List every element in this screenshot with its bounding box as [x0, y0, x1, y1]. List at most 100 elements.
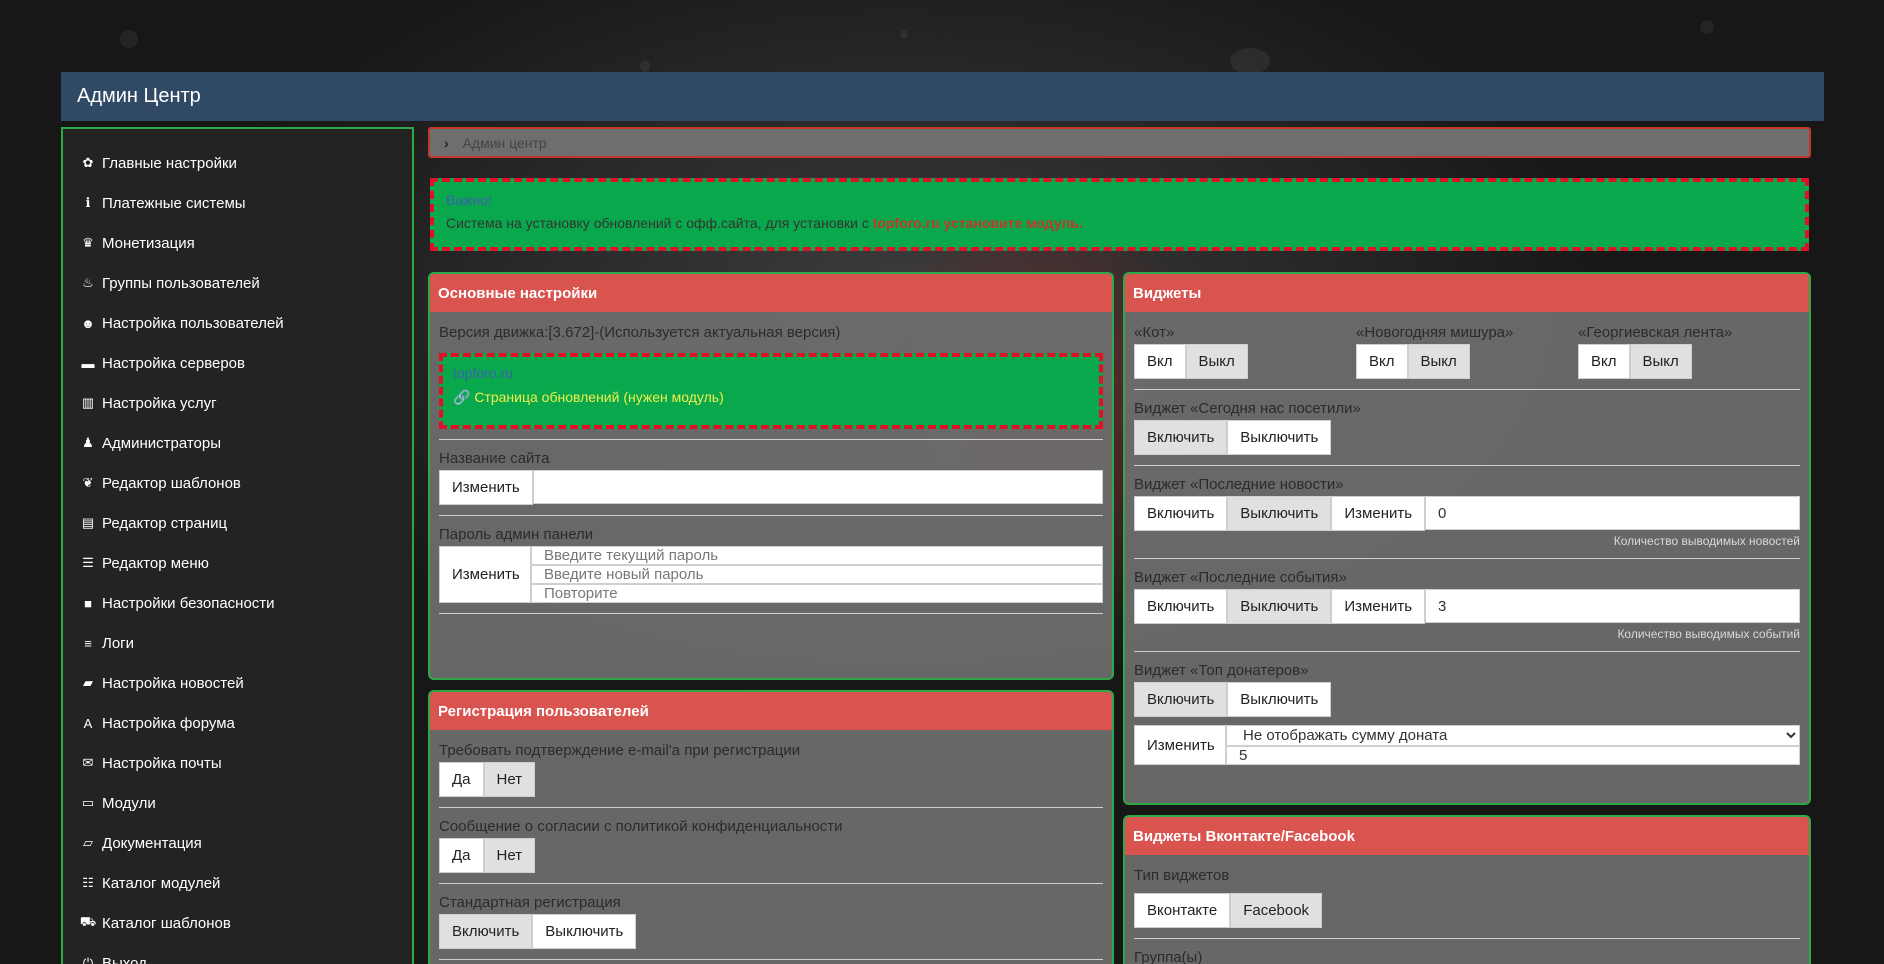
info-icon: ℹ: [85, 195, 91, 210]
barcode-icon: ▥: [81, 395, 95, 410]
events-count-input[interactable]: [1425, 589, 1800, 623]
sidebar-item-folder-open[interactable]: ▱ Документация: [63, 823, 412, 863]
sidebar-item-label: Платежные системы: [102, 194, 246, 212]
email-confirm-yes-button[interactable]: Да: [439, 762, 484, 797]
breadcrumb-item[interactable]: Админ центр: [463, 135, 547, 151]
sidebar-item-barcode[interactable]: ▥ Настройка услуг: [63, 383, 412, 423]
news-change-button[interactable]: Изменить: [1331, 496, 1426, 531]
change-password-button[interactable]: Изменить: [439, 546, 531, 603]
sidebar-item-label: Каталог шаблонов: [102, 914, 231, 932]
donors-enable-button[interactable]: Включить: [1134, 682, 1228, 717]
tinsel-on-button[interactable]: Вкл: [1356, 344, 1408, 379]
standard-reg-enable-button[interactable]: Включить: [439, 914, 533, 949]
events-enable-button[interactable]: Включить: [1134, 589, 1228, 624]
sidebar-item-logs[interactable]: ≡ Логи: [63, 623, 412, 663]
today-enable-button[interactable]: Включить: [1134, 420, 1228, 455]
privacy-yes-button[interactable]: Да: [439, 838, 484, 873]
sidebar-item-label: Администраторы: [102, 434, 222, 452]
events-widget-label: Виджет «Последние события»: [1134, 569, 1347, 586]
current-password-input[interactable]: [531, 546, 1103, 565]
news-disable-button[interactable]: Выключить: [1227, 496, 1332, 531]
sidebar-item-hdd[interactable]: ▭ Модули: [63, 783, 412, 823]
news-enable-button[interactable]: Включить: [1134, 496, 1228, 531]
updates-page-link[interactable]: 🔗 Страница обновлений (нужен модуль): [453, 389, 1089, 406]
sidebar-item-label: Настройки безопасности: [102, 594, 275, 612]
sidebar-item-user[interactable]: ☻ Настройка пользователей: [63, 303, 412, 343]
donors-change-button[interactable]: Изменить: [1134, 725, 1226, 765]
donors-count-input[interactable]: [1226, 746, 1800, 765]
panel-title: Основные настройки: [430, 274, 1112, 312]
vk-type-button[interactable]: Вконтакте: [1134, 893, 1231, 928]
cart-icon: ⛟: [79, 914, 97, 929]
chevron-right-icon: ›: [444, 135, 449, 151]
sidebar-item-label: Главные настройки: [102, 154, 237, 172]
donors-amount-select[interactable]: Не отображать сумму доната: [1226, 725, 1800, 746]
sidebar-item-admins[interactable]: ♟ Администраторы: [63, 423, 412, 463]
sidebar-item-piggy-bank[interactable]: ♛ Монетизация: [63, 223, 412, 263]
notice-link[interactable]: topforo.ru установите модуль.: [873, 215, 1083, 231]
email-confirm-no-button[interactable]: Нет: [483, 762, 536, 797]
sidebar-item-label: Редактор страниц: [102, 514, 228, 532]
events-change-button[interactable]: Изменить: [1331, 589, 1426, 624]
sidebar-item-list[interactable]: ☰ Редактор меню: [63, 543, 412, 583]
today-disable-button[interactable]: Выключить: [1227, 420, 1332, 455]
update-site-link[interactable]: topforo.ru: [453, 365, 1089, 381]
sidebar-item-cart[interactable]: ⛟ Каталог шаблонов: [63, 903, 412, 943]
notice-body: Система на установку обновлений с офф.са…: [446, 215, 873, 231]
panel-title: Регистрация пользователей: [430, 692, 1112, 730]
piggy-bank-icon: ♛: [82, 235, 94, 250]
standard-reg-disable-button[interactable]: Выключить: [532, 914, 637, 949]
engine-version: Версия движка:[3.672]-(Используется акту…: [439, 324, 841, 341]
fb-type-button[interactable]: Facebook: [1230, 893, 1323, 928]
list-icon: ☰: [82, 555, 94, 570]
sidebar-item-power[interactable]: ⏻ Выход: [63, 943, 412, 964]
ribbon-on-button[interactable]: Вкл: [1578, 344, 1630, 379]
ribbon-off-button[interactable]: Выкл: [1629, 344, 1692, 379]
updates-page-label: Страница обновлений (нужен модуль): [474, 389, 724, 405]
change-site-name-button[interactable]: Изменить: [439, 470, 533, 505]
tinsel-off-button[interactable]: Выкл: [1407, 344, 1470, 379]
lock-icon: ■: [84, 595, 92, 611]
sidebar-item-info[interactable]: ℹ Платежные системы: [63, 183, 412, 223]
cat-off-button[interactable]: Выкл: [1185, 344, 1248, 379]
sidebar-item-fire[interactable]: ♨ Группы пользователей: [63, 263, 412, 303]
sidebar-item-font[interactable]: A Настройка форума: [63, 703, 412, 743]
sidebar-item-server[interactable]: ▬ Настройка серверов: [63, 343, 412, 383]
sidebar-item-envelope[interactable]: ✉ Настройка почты: [63, 743, 412, 783]
site-name-input[interactable]: [532, 470, 1103, 504]
sidebar-item-label: Монетизация: [102, 234, 195, 252]
standard-reg-label: Стандартная регистрация: [439, 894, 621, 911]
sidebar-item-briefcase[interactable]: ▰ Настройка новостей: [63, 663, 412, 703]
fire-icon: ♨: [82, 275, 94, 290]
email-confirm-label: Требовать подтверждение e-mail'a при рег…: [439, 742, 801, 759]
sidebar-item-label: Группы пользователей: [102, 274, 260, 292]
donors-disable-button[interactable]: Выключить: [1227, 682, 1332, 717]
site-name-label: Название сайта: [439, 450, 550, 467]
sidebar-item-catalog[interactable]: ☷ Каталог модулей: [63, 863, 412, 903]
social-widgets-panel: Виджеты Вконтакте/Facebook Тип виджетов …: [1123, 815, 1811, 964]
sidebar-item-leaf[interactable]: ❦ Редактор шаблонов: [63, 463, 412, 503]
sidebar-item-label: Редактор меню: [102, 554, 209, 572]
repeat-password-input[interactable]: [531, 584, 1103, 603]
catalog-icon: ☷: [82, 875, 94, 890]
envelope-icon: ✉: [82, 755, 94, 770]
cat-on-button[interactable]: Вкл: [1134, 344, 1186, 379]
new-password-input[interactable]: [531, 565, 1103, 584]
sidebar-item-file[interactable]: ▤ Редактор страниц: [63, 503, 412, 543]
news-count-input[interactable]: [1425, 496, 1800, 530]
events-count-hint: Количество выводимых событий: [1617, 627, 1800, 641]
sidebar-item-label: Настройка форума: [102, 714, 235, 732]
widgets-panel: Виджеты «Кот» Вкл Выкл «Новогодняя мишур…: [1123, 272, 1811, 805]
sidebar: ✿ Главные настройки ℹ Платежные системы ♛ Мон…: [61, 127, 414, 964]
sidebar-item-label: Настройка новостей: [102, 674, 244, 692]
sidebar-item-label: Настройка пользователей: [102, 314, 284, 332]
events-disable-button[interactable]: Выключить: [1227, 589, 1332, 624]
privacy-no-button[interactable]: Нет: [483, 838, 536, 873]
sidebar-item-gear[interactable]: ✿ Главные настройки: [63, 143, 412, 183]
sidebar-item-lock[interactable]: ■ Настройки безопасности: [63, 583, 412, 623]
notice-text: Система на установку обновлений с офф.са…: [446, 215, 1793, 231]
briefcase-icon: ▰: [83, 675, 93, 690]
tinsel-widget-label: «Новогодняя мишура»: [1356, 324, 1514, 341]
sidebar-item-label: Модули: [102, 794, 156, 812]
folder-open-icon: ▱: [83, 835, 93, 850]
